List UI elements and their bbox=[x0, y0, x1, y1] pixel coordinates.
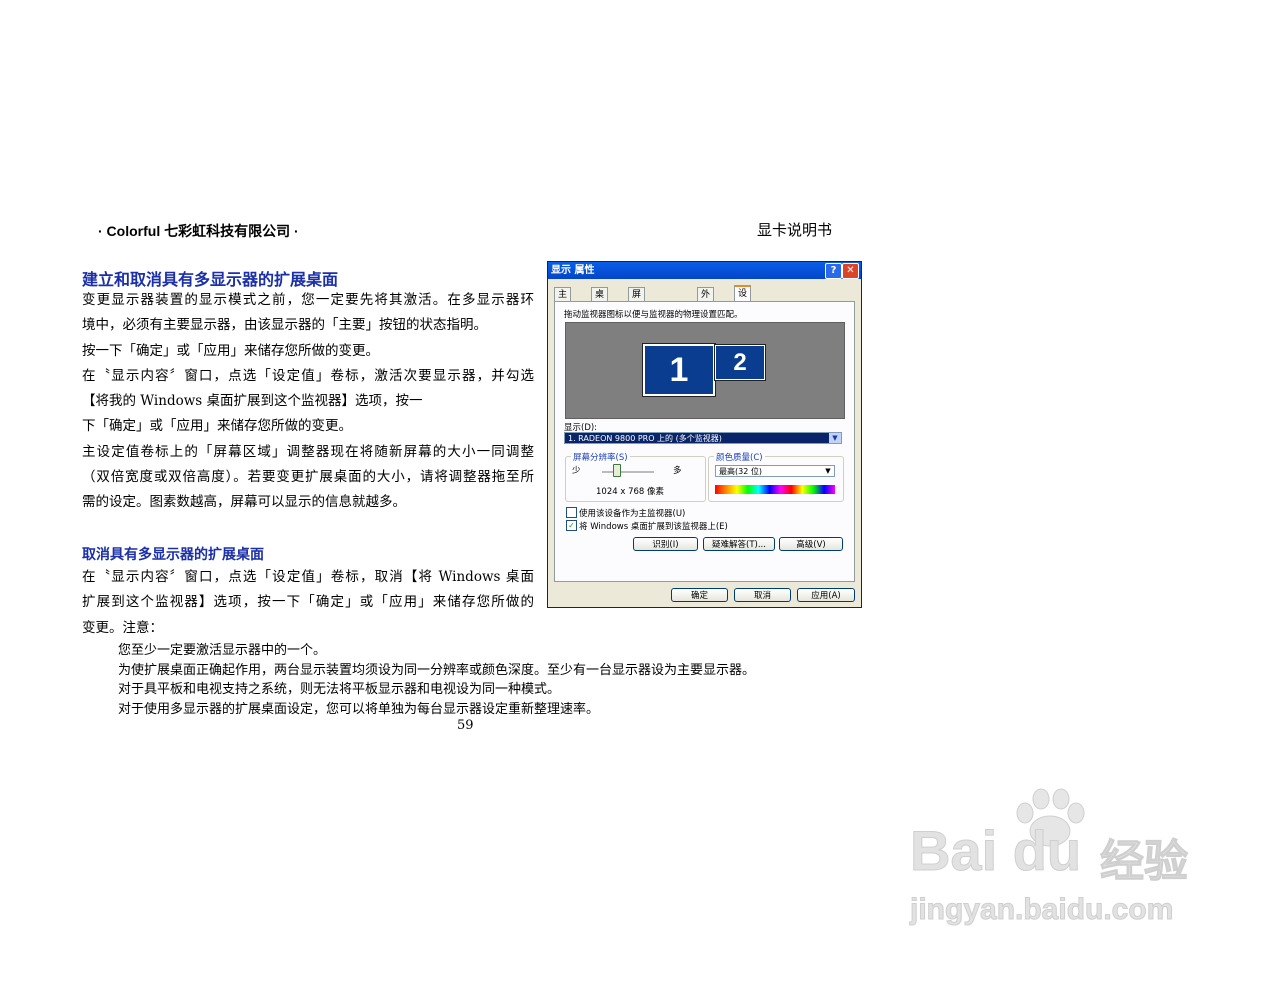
section1-line: 在〝显示内容〞窗口，点选「设定值」卷标，激活次要显示器，并勾选 bbox=[82, 367, 534, 384]
resolution-group: 屏幕分辨率(S) 少 多 1024 x 768 像素 bbox=[565, 451, 706, 502]
chevron-down-icon[interactable]: ▼ bbox=[822, 466, 834, 476]
section1-line: 需的设定。图素数越高，屏幕可以显示的信息就越多。 bbox=[82, 494, 406, 511]
header-company: · Colorful 七彩虹科技有限公司 · bbox=[98, 223, 299, 239]
extend-desktop-checkbox[interactable]: ✓ bbox=[566, 520, 577, 531]
close-icon[interactable]: ✕ bbox=[842, 263, 859, 279]
primary-monitor-label: 使用该设备作为主监视器(U) bbox=[579, 509, 686, 519]
extend-desktop-label: 将 Windows 桌面扩展到该监视器上(E) bbox=[579, 522, 728, 532]
color-quality-group: 颜色质量(C) 最高(32 位) ▼ bbox=[708, 451, 844, 502]
tab-screensaver[interactable]: 屏幕保护程序 bbox=[628, 287, 646, 370]
dialog-titlebar: 显示 属性 ? ✕ bbox=[548, 262, 861, 279]
note-item: 对于具平板和电视支持之系统，则无法将平板显示器和电视设为同一种模式。 bbox=[118, 682, 561, 698]
section2-line: 在〝显示内容〞窗口，点选「设定值」卷标，取消【将 Windows 桌面 bbox=[82, 569, 534, 585]
note-item: 为使扩展桌面正确起作用，两台显示装置均须设为同一分辨率或颜色深度。至少有一台显示… bbox=[118, 662, 756, 678]
display-properties-dialog: 显示 属性 ? ✕ 主题 桌面 屏幕保护程序 外观 设置 拖动监视器图标以便与监… bbox=[547, 261, 862, 608]
section1-line: （双倍宽度或双倍高度）。若要变更扩展桌面的大小，请将调整器拖至所 bbox=[82, 469, 534, 486]
help-icon[interactable]: ? bbox=[825, 263, 842, 279]
troubleshoot-button[interactable]: 疑难解答(T)... bbox=[703, 537, 775, 551]
resolution-less: 少 bbox=[572, 466, 581, 476]
display-select[interactable]: 1. RADEON 9800 PRO 上的 (多个监视器) ▼ bbox=[564, 432, 842, 444]
tab-appearance[interactable]: 外观 bbox=[697, 287, 715, 314]
resolution-title: 屏幕分辨率(S) bbox=[571, 451, 630, 463]
tab-theme[interactable]: 主题 bbox=[554, 287, 572, 314]
monitor-2-icon[interactable]: 2 bbox=[714, 344, 766, 381]
resolution-slider-thumb[interactable] bbox=[613, 464, 621, 477]
display-select-value: 1. RADEON 9800 PRO 上的 (多个监视器) bbox=[568, 434, 722, 443]
identify-button[interactable]: 识别(I) bbox=[633, 537, 698, 551]
section1-line: 境中，必须有主要显示器，由该显示器的「主要」按钮的状态指明。 bbox=[82, 317, 487, 334]
baidu-watermark: Bai du 经验 jingyan.baidu.com bbox=[905, 785, 1205, 945]
color-quality-value: 最高(32 位) bbox=[719, 467, 762, 476]
section2-body: 在〝显示内容〞窗口，点选「设定值」卷标，取消【将 Windows 桌面 扩展到这… bbox=[82, 565, 534, 641]
settings-panel: 拖动监视器图标以便与监视器的物理设置匹配。 1 2 显示(D): 1. RADE… bbox=[554, 301, 855, 582]
drag-instruction: 拖动监视器图标以便与监视器的物理设置匹配。 bbox=[564, 310, 743, 320]
section1-line: 【将我的 Windows 桌面扩展到这个监视器】选项，按一 bbox=[82, 393, 423, 410]
section1-body: 变更显示器装置的显示模式之前，您一定要先将其激活。在多显示器环 境中，必须有主要… bbox=[82, 288, 534, 516]
apply-button[interactable]: 应用(A) bbox=[797, 588, 855, 602]
note-item: 您至少一定要激活显示器中的一个。 bbox=[118, 643, 327, 658]
header-doc-title: 显卡说明书 bbox=[757, 221, 833, 239]
section2-line: 变更。注意： bbox=[82, 619, 163, 636]
watermark-brand: Bai du bbox=[909, 819, 1082, 883]
color-spectrum-bar bbox=[715, 485, 835, 494]
resolution-value: 1024 x 768 像素 bbox=[596, 487, 664, 497]
resolution-slider-track[interactable] bbox=[602, 471, 654, 474]
notes-list: 您至少一定要激活显示器中的一个。 为使扩展桌面正确起作用，两台显示装置均须设为同… bbox=[118, 641, 755, 719]
color-quality-title: 颜色质量(C) bbox=[714, 451, 765, 463]
section1-line: 变更显示器装置的显示模式之前，您一定要先将其激活。在多显示器环 bbox=[82, 292, 534, 308]
dialog-title: 显示 属性 bbox=[551, 265, 595, 276]
monitor-arrangement-area: 1 2 bbox=[565, 322, 845, 419]
monitor-1-icon[interactable]: 1 bbox=[642, 343, 716, 397]
chevron-down-icon[interactable]: ▼ bbox=[829, 433, 841, 443]
page-number: 59 bbox=[457, 718, 474, 733]
primary-monitor-checkbox[interactable] bbox=[566, 507, 577, 518]
tab-desktop[interactable]: 桌面 bbox=[591, 287, 609, 314]
section1-line: 主设定值卷标上的「屏幕区域」调整器现在将随新屏幕的大小一同调整 bbox=[82, 443, 534, 460]
color-quality-select[interactable]: 最高(32 位) ▼ bbox=[715, 465, 835, 477]
note-item: 对于使用多显示器的扩展桌面设定，您可以将单独为每台显示器设定重新整理速率。 bbox=[118, 701, 600, 717]
section1-title: 建立和取消具有多显示器的扩展桌面 bbox=[82, 270, 339, 289]
section2-line: 扩展到这个监视器】选项，按一下「确定」或「应用」来储存您所做的 bbox=[82, 594, 534, 611]
section1-line: 下「确定」或「应用」来储存您所做的变更。 bbox=[82, 418, 352, 435]
ok-button[interactable]: 确定 bbox=[671, 588, 728, 602]
section1-line: 按一下「确定」或「应用」来储存您所做的变更。 bbox=[82, 342, 379, 359]
advanced-button[interactable]: 高级(V) bbox=[779, 537, 843, 551]
resolution-more: 多 bbox=[673, 466, 682, 476]
watermark-brand-cn: 经验 bbox=[1100, 836, 1189, 888]
section2-title: 取消具有多显示器的扩展桌面 bbox=[82, 547, 264, 563]
watermark-url: jingyan.baidu.com bbox=[909, 893, 1174, 927]
cancel-button[interactable]: 取消 bbox=[734, 588, 791, 602]
